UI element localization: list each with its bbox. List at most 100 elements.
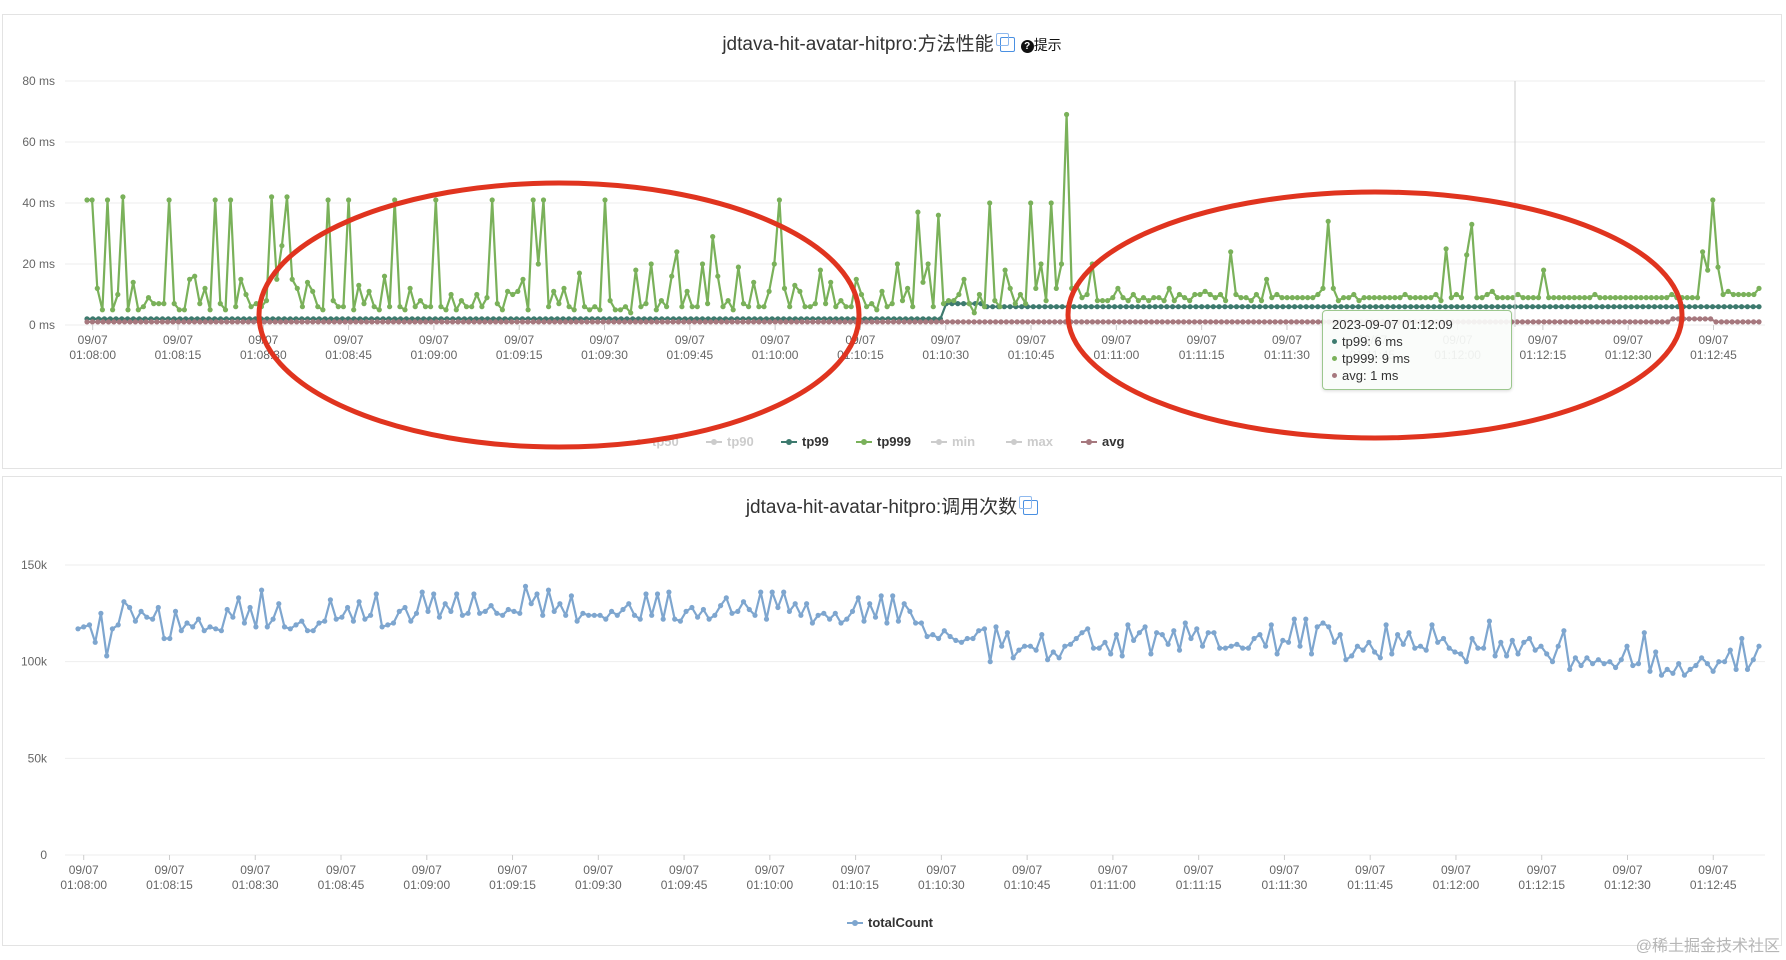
data-point xyxy=(1187,304,1193,310)
data-point xyxy=(1084,291,1090,298)
data-point xyxy=(812,301,818,307)
x-tick-date-label: 09/07 xyxy=(590,333,620,347)
data-point xyxy=(299,319,305,325)
data-point xyxy=(1344,304,1350,310)
tooltip-row-tp99: tp99: 6 ms xyxy=(1332,333,1502,350)
data-point xyxy=(1014,319,1020,325)
data-point xyxy=(1234,641,1240,647)
data-point xyxy=(1509,637,1515,643)
data-point xyxy=(1561,628,1567,634)
data-point xyxy=(1304,319,1310,325)
data-point xyxy=(1704,304,1710,310)
data-point xyxy=(535,261,541,267)
data-point xyxy=(695,614,701,620)
legend-item-tp999[interactable]: tp999 xyxy=(856,434,911,449)
data-point xyxy=(1458,295,1465,301)
legend-item-max[interactable]: max xyxy=(1006,434,1054,449)
data-point xyxy=(1010,655,1016,661)
call-count-chart-panel: 0 50k 100k 150k 09/07 01:08:00 09/07 01:08:15 09… xyxy=(2,476,1782,946)
data-point xyxy=(401,319,407,325)
data-point xyxy=(1751,319,1757,325)
data-point xyxy=(689,304,695,310)
data-point xyxy=(557,601,563,607)
data-point xyxy=(1373,304,1379,310)
data-point xyxy=(143,319,149,325)
data-point xyxy=(935,212,942,218)
x-tick-time-label: 01:12:45 xyxy=(1690,878,1737,892)
data-point xyxy=(820,319,827,325)
data-point xyxy=(458,298,464,304)
x-tick-date-label: 09/07 xyxy=(334,333,364,347)
data-point xyxy=(724,319,730,325)
data-point xyxy=(1256,319,1262,325)
data-point xyxy=(130,279,136,285)
help-icon[interactable]: ? xyxy=(1020,40,1034,53)
data-point xyxy=(885,319,891,325)
data-point xyxy=(823,301,829,307)
data-point xyxy=(1310,319,1316,325)
tooltip-row-avg: avg: 1 ms xyxy=(1332,367,1502,384)
data-point xyxy=(1245,319,1251,325)
data-point xyxy=(408,618,414,624)
data-point xyxy=(679,304,685,310)
data-point xyxy=(1083,304,1089,310)
data-point xyxy=(863,319,870,325)
data-point xyxy=(584,319,590,325)
data-point xyxy=(380,319,386,325)
x-tick-date-label: 09/07 xyxy=(841,863,871,877)
data-point xyxy=(304,628,311,634)
legend-item-min[interactable]: min xyxy=(931,434,975,449)
data-point xyxy=(390,319,396,325)
legend-item-avg[interactable]: avg xyxy=(1081,434,1124,449)
data-point xyxy=(229,319,235,325)
data-point xyxy=(1551,295,1557,301)
data-point xyxy=(294,285,300,291)
data-point xyxy=(631,612,638,618)
data-point xyxy=(287,626,293,632)
data-point xyxy=(1628,295,1634,301)
copy-icon[interactable] xyxy=(1019,496,1039,515)
data-point xyxy=(992,298,998,304)
data-point xyxy=(176,307,182,313)
data-point xyxy=(1699,655,1705,661)
data-point xyxy=(1734,319,1741,325)
data-point xyxy=(1240,645,1246,651)
data-point xyxy=(1635,661,1642,667)
data-point xyxy=(1048,200,1054,206)
data-point xyxy=(1452,649,1458,655)
data-point xyxy=(269,194,275,200)
legend-item-tp90[interactable]: tp90 xyxy=(706,434,754,449)
data-point xyxy=(1330,285,1336,291)
data-point xyxy=(681,319,687,325)
hint-link[interactable]: 提示 xyxy=(1034,37,1062,53)
data-point xyxy=(233,304,239,310)
data-point xyxy=(976,319,983,325)
data-point xyxy=(587,307,593,313)
data-point xyxy=(775,604,781,611)
legend-item-totalCount[interactable]: totalCount xyxy=(847,915,934,930)
call-count-chart: 050k100k150k09/0701:08:0009/0701:08:1509… xyxy=(21,558,1765,930)
data-point xyxy=(192,273,198,279)
data-point xyxy=(751,319,757,325)
data-point xyxy=(665,319,671,325)
data-point xyxy=(368,612,374,618)
data-point xyxy=(772,319,778,325)
data-point xyxy=(1048,304,1054,310)
data-point xyxy=(1440,635,1447,642)
legend-item-tp99[interactable]: tp99 xyxy=(781,434,829,449)
data-point xyxy=(597,307,603,313)
data-point xyxy=(895,618,902,624)
x-tick-time-label: 01:09:15 xyxy=(489,878,536,892)
data-point xyxy=(448,608,454,614)
data-point xyxy=(1576,295,1583,301)
x-tick-date-label: 09/07 xyxy=(1187,333,1217,347)
data-point xyxy=(901,601,907,607)
data-point xyxy=(197,301,203,307)
data-point xyxy=(1274,304,1280,310)
data-point xyxy=(195,616,202,622)
data-point xyxy=(1030,319,1036,325)
data-point xyxy=(122,319,128,325)
copy-icon[interactable] xyxy=(995,33,1015,52)
data-point xyxy=(1243,295,1249,301)
data-point xyxy=(154,319,160,325)
